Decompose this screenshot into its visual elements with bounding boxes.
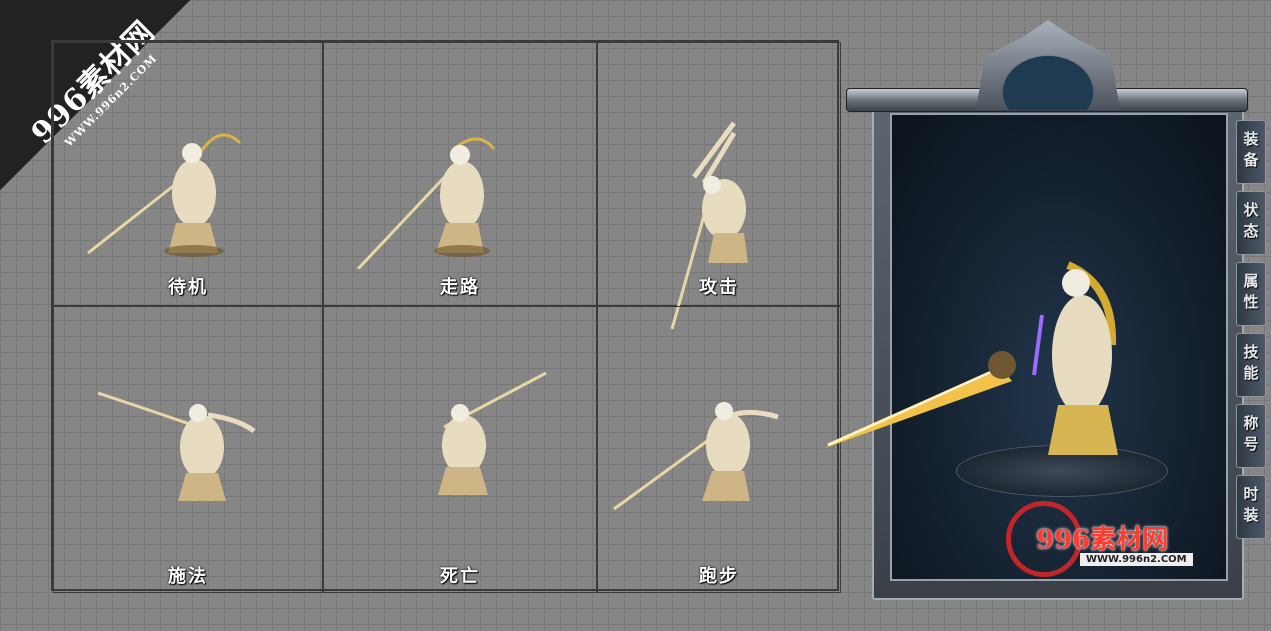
tab-attributes[interactable]: 属性 — [1236, 262, 1266, 326]
panel-crest — [976, 20, 1120, 110]
run-sprite — [613, 402, 779, 511]
action-cell-cast: 施法 — [53, 306, 323, 593]
character-panel: 996素材网 WWW.996n2.COM 装备 状态 属性 技能 称号 时装 — [822, 20, 1271, 605]
character-view: 996素材网 WWW.996n2.COM — [822, 113, 1228, 581]
tab-equipment[interactable]: 装备 — [1236, 120, 1266, 184]
action-cell-idle: 待机 — [53, 42, 323, 306]
action-cell-attack: 攻击 — [597, 42, 841, 330]
action-cell-run: 跑步 — [597, 306, 841, 593]
site-logo: 996素材网 WWW.996n2.COM — [1006, 497, 1196, 577]
panel-tabs: 装备 状态 属性 技能 称号 时装 — [1236, 120, 1268, 546]
tab-status[interactable]: 状态 — [1236, 191, 1266, 255]
death-sprite — [438, 371, 547, 495]
action-label: 走路 — [440, 277, 480, 298]
tab-fashion[interactable]: 时装 — [1236, 475, 1266, 539]
logo-url: WWW.996n2.COM — [1080, 553, 1193, 566]
action-cell-death: 死亡 — [323, 306, 597, 593]
tab-skills[interactable]: 技能 — [1236, 333, 1266, 397]
tab-titles[interactable]: 称号 — [1236, 404, 1266, 468]
character-model — [822, 261, 1118, 455]
idle-sprite — [87, 133, 242, 257]
cast-sprite — [98, 391, 256, 501]
logo-title: 996素材网 — [1036, 525, 1169, 555]
action-label: 待机 — [168, 277, 208, 298]
action-label: 攻击 — [699, 277, 739, 298]
walk-sprite — [356, 137, 496, 269]
action-label: 施法 — [168, 566, 208, 587]
action-label: 死亡 — [440, 566, 480, 587]
action-grid: 待机 走路 攻击 施法 死亡 跑步 — [51, 40, 841, 593]
action-label: 跑步 — [699, 566, 739, 587]
action-cell-walk: 走路 — [323, 42, 597, 306]
